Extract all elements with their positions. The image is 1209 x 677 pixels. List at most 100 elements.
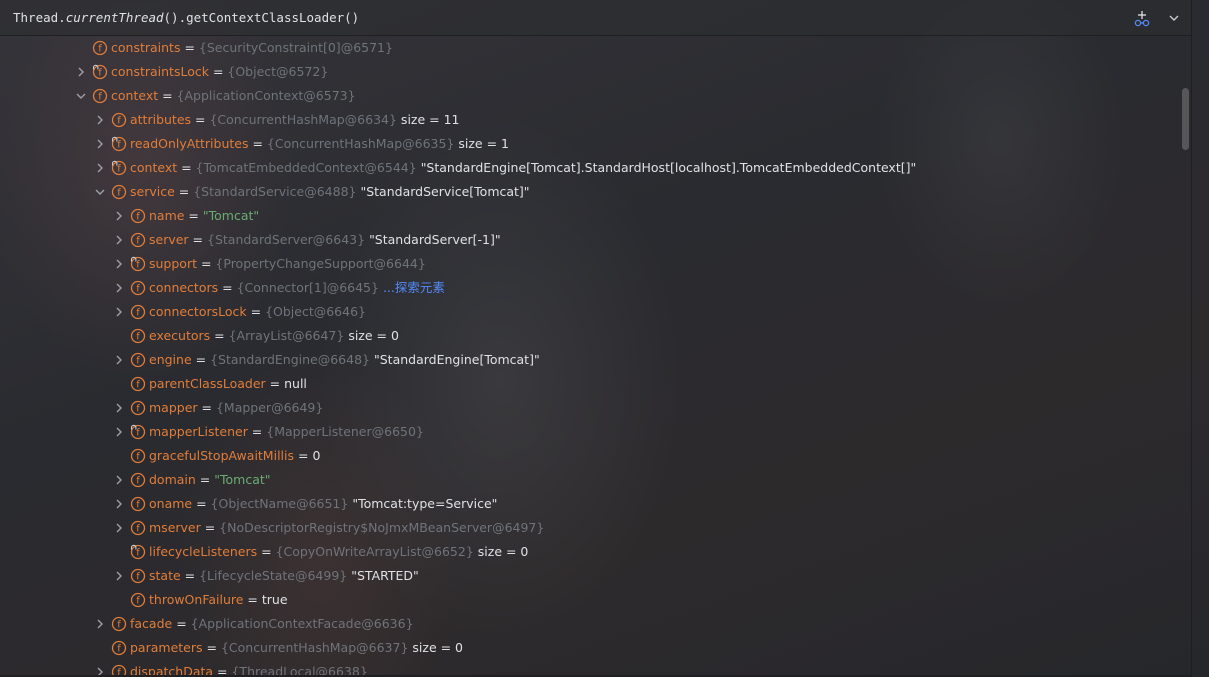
tree-row-name[interactable]: f name = "Tomcat" xyxy=(0,204,1180,228)
object-reference: {CopyOnWriteArrayList@6652} xyxy=(275,544,474,559)
chevron-right-icon[interactable] xyxy=(113,498,125,510)
tree-row-text: parameters = {ConcurrentHashMap@6637} si… xyxy=(130,640,463,656)
equals-sign: = xyxy=(218,280,237,295)
tree-row-throwOnFailure[interactable]: f throwOnFailure = true xyxy=(0,588,1180,612)
equals-sign: = xyxy=(197,256,216,271)
tree-row-facade[interactable]: f facade = {ApplicationContextFacade@6636… xyxy=(0,612,1180,636)
field-icon: f xyxy=(130,472,146,488)
svg-text:f: f xyxy=(117,644,121,655)
tree-row-context[interactable]: f context = {TomcatEmbeddedContext@6544} … xyxy=(0,156,1180,180)
chevron-right-icon[interactable] xyxy=(113,306,125,318)
tree-row-domain[interactable]: f domain = "Tomcat" xyxy=(0,468,1180,492)
tree-row-parentClassLoader[interactable]: f parentClassLoader = null xyxy=(0,372,1180,396)
object-reference: {MapperListener@6650} xyxy=(266,424,424,439)
chevron-down-icon[interactable] xyxy=(1167,11,1181,25)
chevron-right-icon[interactable] xyxy=(94,138,106,150)
field-icon: f xyxy=(111,184,127,200)
field-name: connectors xyxy=(149,280,219,295)
tree-row-executors[interactable]: f executors = {ArrayList@6647} size = 0 xyxy=(0,324,1180,348)
tree-row-oname[interactable]: f oname = {ObjectName@6651} "Tomcat:type=… xyxy=(0,492,1180,516)
chevron-right-icon[interactable] xyxy=(94,162,106,174)
tree-row-service[interactable]: f service = {StandardService@6488} "Stand… xyxy=(0,180,1180,204)
equals-sign: = xyxy=(265,376,285,391)
tree-row-constraints[interactable]: f constraints = {SecurityConstraint[0]@65… xyxy=(0,36,1180,60)
tree-row-state[interactable]: f state = {LifecycleState@6499} "STARTED" xyxy=(0,564,1180,588)
tree-row-support[interactable]: f support = {PropertyChangeSupport@6644} xyxy=(0,252,1180,276)
equals-sign: = xyxy=(177,160,196,175)
tree-row-text: connectors = {Connector[1]@6645} ...探索元素 xyxy=(149,280,445,296)
field-name: name xyxy=(149,208,185,223)
chevron-right-icon[interactable] xyxy=(113,474,125,486)
chevron-right-icon[interactable] xyxy=(113,258,125,270)
variables-tree[interactable]: f constraints = {SecurityConstraint[0]@65… xyxy=(0,36,1180,677)
object-reference: {ArrayList@6647} xyxy=(228,328,345,343)
tree-row-mapper[interactable]: f mapper = {Mapper@6649} xyxy=(0,396,1180,420)
tree-row-mapperListener[interactable]: f mapperListener = {MapperListener@6650} xyxy=(0,420,1180,444)
svg-text:f: f xyxy=(136,284,140,295)
tree-row-connectors[interactable]: f connectors = {Connector[1]@6645} ...探索元… xyxy=(0,276,1180,300)
field-icon: f xyxy=(130,376,146,392)
chevron-right-icon[interactable] xyxy=(94,114,106,126)
tree-row-engine[interactable]: f engine = {StandardEngine@6648} "Standar… xyxy=(0,348,1180,372)
chevron-right-icon[interactable] xyxy=(75,66,87,78)
tree-row-text: engine = {StandardEngine@6648} "Standard… xyxy=(149,352,540,368)
chevron-right-icon[interactable] xyxy=(113,426,125,438)
field-lock-icon: f xyxy=(130,256,146,272)
chevron-right-icon[interactable] xyxy=(113,522,125,534)
scrollbar-thumb[interactable] xyxy=(1182,88,1189,150)
tree-row-server[interactable]: f server = {StandardServer@6643} "Standar… xyxy=(0,228,1180,252)
object-reference: {ApplicationContext@6573} xyxy=(176,88,356,103)
tree-row-lifecycleListeners[interactable]: f lifecycleListeners = {CopyOnWriteArrayL… xyxy=(0,540,1180,564)
field-name: attributes xyxy=(130,112,192,127)
chevron-right-icon[interactable] xyxy=(113,570,125,582)
tree-row-text: connectorsLock = {Object@6646} xyxy=(149,304,366,320)
svg-text:f: f xyxy=(136,500,140,511)
chevron-right-icon[interactable] xyxy=(113,210,125,222)
tree-row-text: context = {ApplicationContext@6573} xyxy=(111,88,356,104)
chevron-down-icon[interactable] xyxy=(75,90,87,102)
tree-row-text: gracefulStopAwaitMillis = 0 xyxy=(149,448,320,464)
tree-row-context[interactable]: f context = {ApplicationContext@6573} xyxy=(0,84,1180,108)
expression-prefix: Thread. xyxy=(13,10,66,25)
chevron-right-icon[interactable] xyxy=(113,282,125,294)
chevron-right-icon[interactable] xyxy=(113,402,125,414)
explore-elements-link[interactable]: ...探索元素 xyxy=(383,280,445,295)
field-name: mserver xyxy=(149,520,201,535)
chevron-right-icon[interactable] xyxy=(113,234,125,246)
tree-row-text: executors = {ArrayList@6647} size = 0 xyxy=(149,328,399,344)
chevron-right-icon[interactable] xyxy=(113,354,125,366)
tree-row-attributes[interactable]: f attributes = {ConcurrentHashMap@6634} s… xyxy=(0,108,1180,132)
tree-row-text: constraintsLock = {Object@6572} xyxy=(111,64,328,80)
object-reference: {StandardServer@6643} xyxy=(207,232,366,247)
field-name: domain xyxy=(149,472,196,487)
evaluate-expression-bar[interactable]: Thread.currentThread().getContextClassLo… xyxy=(0,0,1191,36)
tree-row-gracefulStopAwaitMillis[interactable]: f gracefulStopAwaitMillis = 0 xyxy=(0,444,1180,468)
tree-row-parameters[interactable]: f parameters = {ConcurrentHashMap@6637} s… xyxy=(0,636,1180,660)
equals-sign: = xyxy=(192,496,211,511)
tree-row-text: support = {PropertyChangeSupport@6644} xyxy=(149,256,426,272)
equals-sign: = xyxy=(191,112,210,127)
tree-row-mserver[interactable]: f mserver = {NoDescriptorRegistry$NoJmxMB… xyxy=(0,516,1180,540)
svg-text:f: f xyxy=(136,356,140,367)
chevron-down-icon[interactable] xyxy=(94,186,106,198)
svg-text:f: f xyxy=(117,188,121,199)
expression-text[interactable]: Thread.currentThread().getContextClassLo… xyxy=(13,10,359,25)
tree-row-text: name = "Tomcat" xyxy=(149,208,259,224)
chevron-right-icon[interactable] xyxy=(94,618,106,630)
object-reference: {ConcurrentHashMap@6637} xyxy=(220,640,409,655)
tree-row-readOnlyAttributes[interactable]: f readOnlyAttributes = {ConcurrentHashMap… xyxy=(0,132,1180,156)
add-watch-glasses-icon[interactable] xyxy=(1133,10,1151,28)
field-value: size = 11 xyxy=(396,112,460,127)
svg-text:f: f xyxy=(136,212,140,223)
tree-row-text: attributes = {ConcurrentHashMap@6634} si… xyxy=(130,112,460,128)
tree-row-constraintsLock[interactable]: f constraintsLock = {Object@6572} xyxy=(0,60,1180,84)
object-reference: {StandardService@6488} xyxy=(193,184,357,199)
tree-row-connectorsLock[interactable]: f connectorsLock = {Object@6646} xyxy=(0,300,1180,324)
svg-text:f: f xyxy=(136,332,140,343)
svg-text:f: f xyxy=(98,92,102,103)
equals-sign: = xyxy=(200,520,220,535)
svg-text:f: f xyxy=(136,572,140,583)
field-name: context xyxy=(130,160,178,175)
object-reference: {Object@6646} xyxy=(265,304,366,319)
field-lock-icon: f xyxy=(130,424,146,440)
